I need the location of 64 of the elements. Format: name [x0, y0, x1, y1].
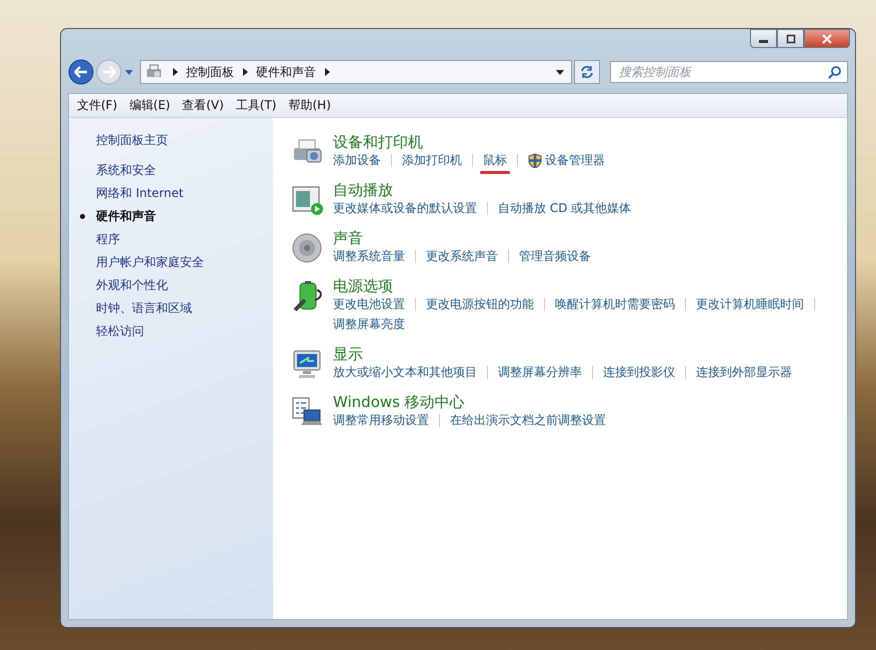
refresh-icon	[579, 65, 595, 79]
chevron-icon[interactable]	[323, 67, 331, 77]
sidebar-link[interactable]: 控制面板主页	[96, 132, 168, 149]
sidebar-link[interactable]: 网络和 Internet	[96, 185, 184, 201]
task-link[interactable]: 连接到投影仪	[603, 364, 675, 380]
chevron-icon[interactable]	[171, 67, 179, 77]
task-link[interactable]: 调整常用移动设置	[333, 412, 429, 428]
category-title[interactable]: 设备和打印机	[333, 132, 423, 152]
task-link[interactable]: 更改电源按钮的功能	[426, 296, 534, 312]
dropdown-arrow-icon[interactable]	[555, 68, 565, 76]
category-title[interactable]: 电源选项	[333, 276, 393, 296]
task-link[interactable]: 连接到外部显示器	[696, 364, 792, 380]
menu-item[interactable]: 编辑(E)	[129, 97, 170, 114]
task-link[interactable]: 调整屏幕分辨率	[498, 364, 582, 380]
category-title[interactable]: Windows 移动中心	[333, 392, 465, 412]
close-icon	[821, 34, 833, 44]
address-bar[interactable]: 控制面板 硬件和声音	[140, 60, 572, 84]
maximize-button[interactable]	[777, 29, 804, 48]
minimize-button[interactable]	[750, 29, 777, 48]
category-title[interactable]: 显示	[333, 344, 363, 364]
monitor-icon[interactable]	[291, 348, 323, 380]
sidebar-link[interactable]: 硬件和声音	[96, 208, 156, 224]
minimize-icon	[759, 40, 768, 43]
maximize-icon	[784, 34, 796, 44]
breadcrumb-item[interactable]: 控制面板	[186, 64, 234, 80]
sidebar-link[interactable]: 外观和个性化	[96, 277, 168, 293]
task-link[interactable]: 更改媒体或设备的默认设置	[333, 200, 477, 216]
sidebar-link[interactable]: 系统和安全	[96, 162, 156, 178]
task-link[interactable]: 设备管理器	[545, 152, 605, 168]
category-title[interactable]: 声音	[333, 228, 363, 248]
close-button[interactable]	[804, 29, 850, 48]
printer-camera-icon	[145, 64, 163, 80]
search-field[interactable]: 搜索控制面板	[610, 61, 848, 83]
menu-item[interactable]: 工具(T)	[236, 97, 276, 114]
back-button[interactable]	[68, 59, 94, 85]
search-icon[interactable]	[828, 65, 842, 79]
task-link[interactable]: 调整系统音量	[333, 248, 405, 264]
sidebar-link[interactable]: 用户帐户和家庭安全	[96, 254, 204, 270]
sidebar-link[interactable]: 时钟、语言和区域	[96, 300, 192, 316]
sidebar-link[interactable]: 程序	[96, 231, 120, 247]
task-link[interactable]: 自动播放 CD 或其他媒体	[498, 200, 632, 216]
task-link[interactable]: 唤醒计算机时需要密码	[555, 296, 675, 312]
task-link[interactable]: 更改计算机睡眠时间	[696, 296, 804, 312]
task-link[interactable]: 管理音频设备	[519, 248, 591, 264]
task-link[interactable]: 鼠标	[483, 152, 507, 168]
laptop-checklist-icon[interactable]	[291, 396, 323, 428]
task-link[interactable]: 添加设备	[333, 152, 381, 168]
task-link[interactable]: 添加打印机	[402, 152, 462, 168]
media-play-icon[interactable]	[291, 184, 323, 216]
breadcrumb-item[interactable]: 硬件和声音	[256, 64, 316, 80]
menu-item[interactable]: 文件(F)	[77, 97, 118, 114]
task-link[interactable]: 更改电池设置	[333, 296, 405, 312]
speaker-icon[interactable]	[291, 232, 323, 264]
task-link[interactable]: 更改系统声音	[426, 248, 498, 264]
task-link[interactable]: 在给出演示文档之前调整设置	[450, 412, 606, 428]
menu-item[interactable]: 查看(V)	[182, 97, 224, 114]
category-title[interactable]: 自动播放	[333, 180, 393, 200]
task-link[interactable]: 放大或缩小文本和其他项目	[333, 364, 477, 380]
sidebar-link[interactable]: 轻松访问	[96, 323, 144, 339]
task-link[interactable]: 调整屏幕亮度	[333, 316, 405, 332]
battery-plug-icon[interactable]	[291, 280, 323, 312]
menu-item[interactable]: 帮助(H)	[288, 97, 331, 114]
refresh-button[interactable]	[574, 60, 600, 84]
chevron-icon[interactable]	[241, 67, 249, 77]
